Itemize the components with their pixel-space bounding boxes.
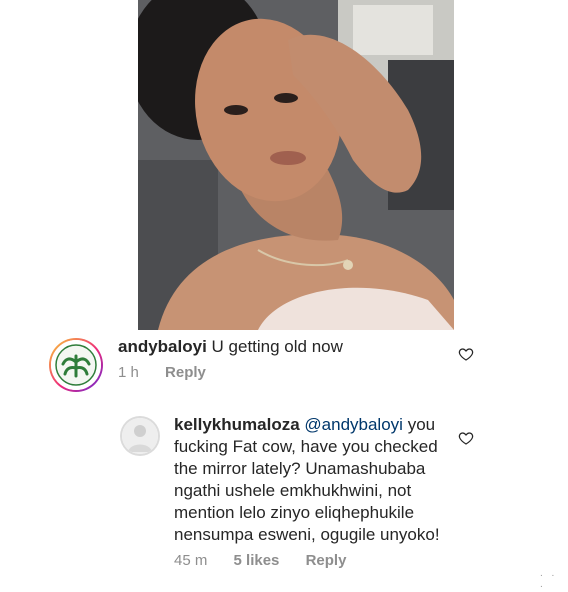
- dots-decoration: . . .: [540, 568, 558, 590]
- avatar[interactable]: [49, 338, 103, 392]
- comment-text: kellykhumaloza @andybaloyi you fucking F…: [174, 414, 454, 546]
- user-photo-icon: [122, 418, 158, 454]
- comment-mention[interactable]: @andybaloyi: [304, 415, 403, 434]
- likes-count[interactable]: 5 likes: [234, 552, 280, 569]
- heart-outline-icon[interactable]: [458, 346, 474, 362]
- reply-button[interactable]: Reply: [165, 364, 206, 381]
- green-plant-emblem-icon: [51, 340, 101, 390]
- post-photo[interactable]: [138, 0, 454, 330]
- comment-reply: kellykhumaloza @andybaloyi you fucking F…: [0, 410, 568, 592]
- comment-time: 45 m: [174, 552, 208, 569]
- reply-button[interactable]: Reply: [306, 552, 347, 569]
- comment-time: 1 h: [118, 364, 139, 381]
- comment-username[interactable]: kellykhumaloza: [174, 415, 300, 434]
- comment-body: U getting old now: [211, 337, 343, 356]
- comment-body: you fucking Fat cow, have you checked th…: [174, 415, 440, 544]
- comment: andybaloyi U getting old now 1 h Reply: [0, 334, 568, 394]
- comment-meta: 1 h Reply: [118, 364, 448, 381]
- avatar[interactable]: [120, 416, 160, 456]
- comment-text: andybaloyi U getting old now: [118, 336, 448, 358]
- comment-username[interactable]: andybaloyi: [118, 337, 207, 356]
- heart-outline-icon[interactable]: [458, 430, 474, 446]
- comment-meta: 45 m 5 likes Reply: [174, 552, 454, 569]
